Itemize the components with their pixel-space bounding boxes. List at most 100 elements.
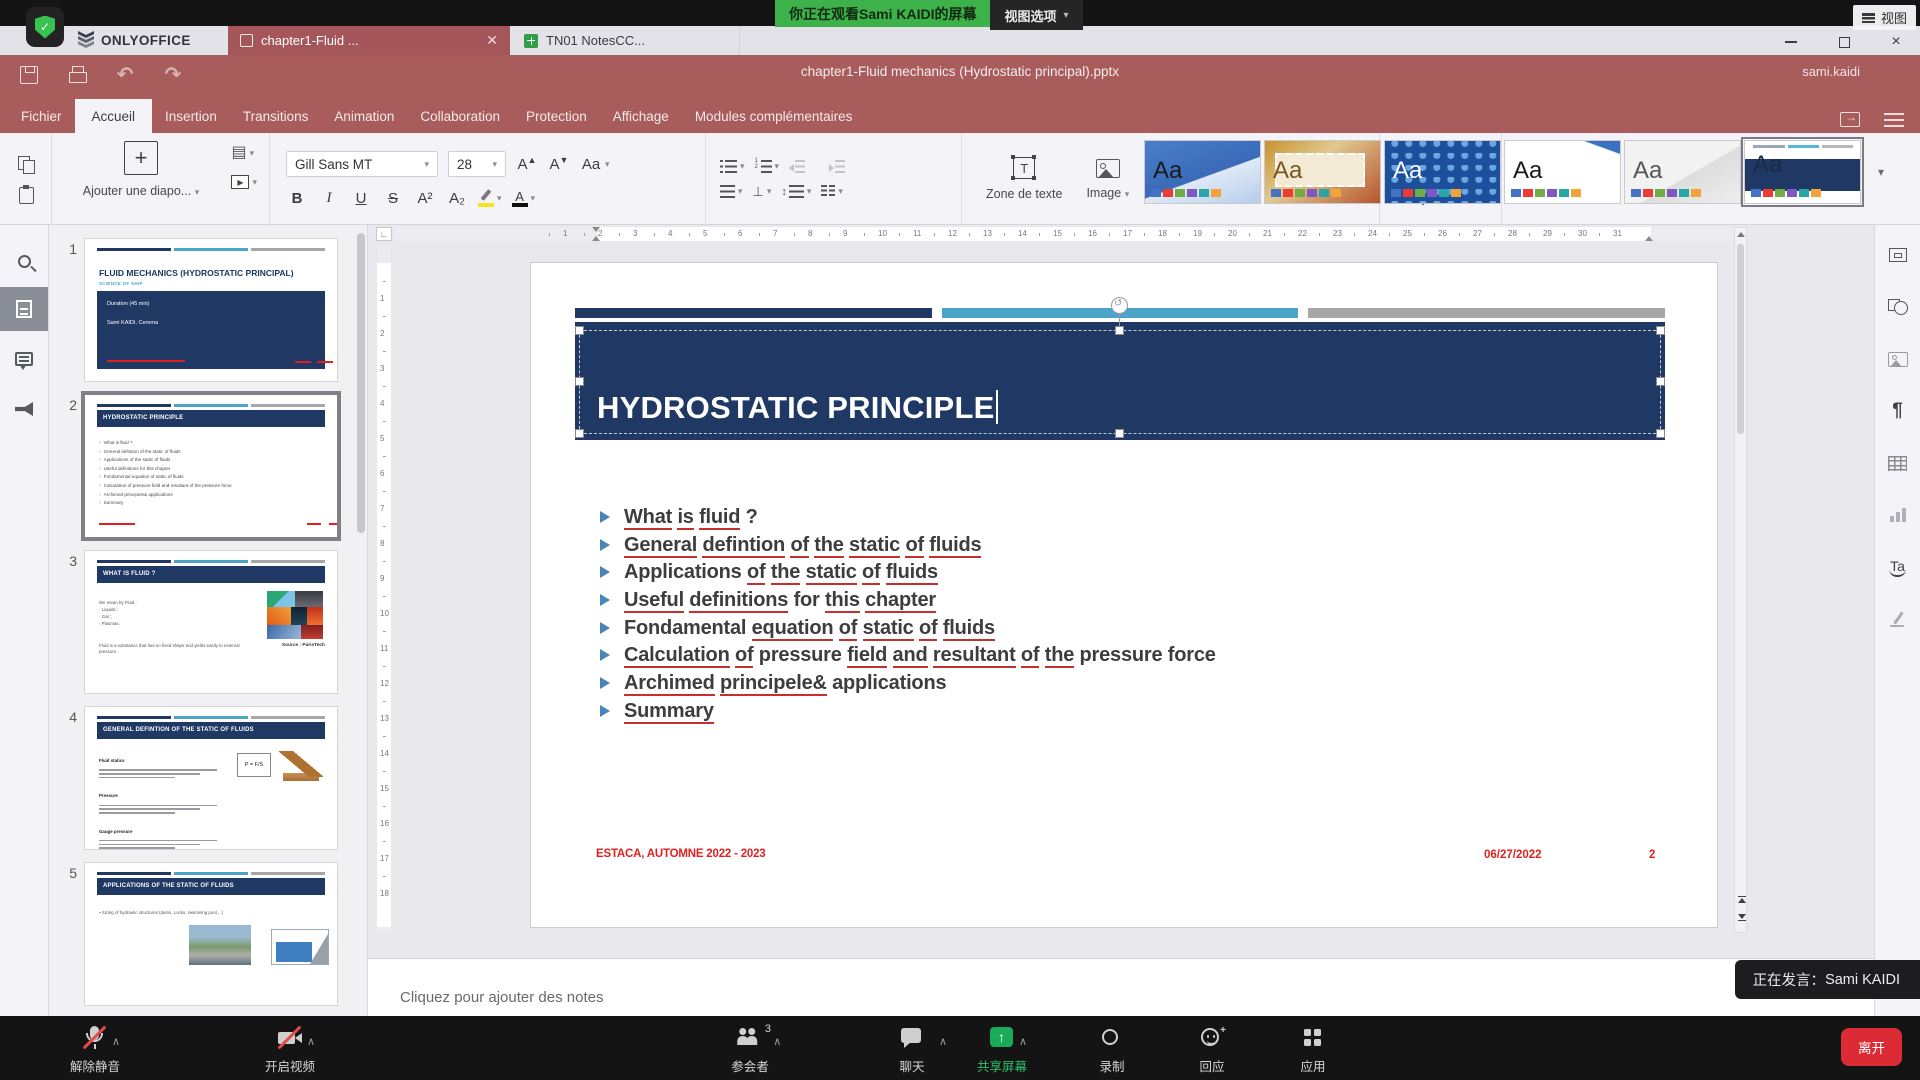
open-file-location-icon[interactable] [1840,112,1860,127]
theme-dots-blue[interactable]: Aa [1384,140,1501,204]
resize-handle[interactable] [575,326,584,335]
thumbnails-scrollbar[interactable] [357,233,365,533]
slide-editing-area[interactable]: HYDROSTATIC PRINCIPLE What is fluid ?Gen… [531,263,1717,927]
tab-stop-selector[interactable]: ∟ [376,227,392,241]
underline-button[interactable]: U [350,190,372,207]
menu-tab-accueil[interactable]: Accueil [75,99,153,133]
insert-image-button[interactable]: Image ▾ [1086,159,1129,200]
slide-title-textbox[interactable]: HYDROSTATIC PRINCIPLE [575,322,1665,440]
menu-tab-insertion[interactable]: Insertion [152,99,230,133]
window-restore-button[interactable] [1829,33,1859,51]
font-color-button[interactable]: A▾ [512,189,536,207]
zoom-chat-button[interactable]: 聊天∧ [897,1025,927,1075]
menu-tab-collaboration[interactable]: Collaboration [407,99,513,133]
resize-handle[interactable] [1115,429,1124,438]
subscript-button[interactable]: A₂ [446,190,468,207]
chevron-up-icon[interactable]: ∧ [1019,1035,1027,1048]
hamburger-menu-icon[interactable] [1884,113,1904,127]
chevron-up-icon[interactable]: ∧ [939,1035,947,1048]
columns-button[interactable]: ▾ [821,185,843,198]
theme-gray-light[interactable]: Aa [1624,140,1741,204]
italic-button[interactable]: I [318,190,340,207]
document-tab-presentation[interactable]: chapter1-Fluid ... ✕ [228,26,510,55]
view-mode-button[interactable]: 视图 [1853,5,1916,30]
zoom-mic-muted-button[interactable]: 解除静音∧ [70,1025,120,1075]
font-name-select[interactable]: Gill Sans MT▾ [286,151,438,177]
resize-handle[interactable] [1656,377,1665,386]
theme-navy-current[interactable]: Aa [1744,140,1861,204]
theme-paper-orange[interactable]: Aa [1264,140,1381,204]
notes-area[interactable]: Cliquez pour ajouter des notes [368,958,1874,1016]
indent-marker[interactable] [592,227,600,232]
numbered-list-button[interactable]: ▾ [755,160,780,173]
comments-button[interactable] [0,337,48,381]
window-minimize-button[interactable] [1776,33,1806,51]
resize-handle[interactable] [575,377,584,386]
font-size-select[interactable]: 28▾ [448,151,506,177]
vertical-scrollbar[interactable] [1734,227,1747,933]
view-options-button[interactable]: 视图选项 ▾ [990,0,1082,30]
theme-curve-white[interactable]: Aa [1504,140,1621,204]
horizontal-align-button[interactable]: ▾ [720,185,743,198]
menu-tab-animation[interactable]: Animation [321,99,407,133]
slide-thumbnail-2[interactable]: HYDROSTATIC PRINCIPLE›What is fluid ?›Ge… [85,395,337,537]
paragraph-settings-button[interactable]: ¶ [1875,391,1920,431]
slide-thumbnail-4[interactable]: GENERAL DEFINTION OF THE STATIC OF FLUID… [85,707,337,849]
increase-font-button[interactable]: A▲ [516,155,538,173]
resize-handle[interactable] [1115,326,1124,335]
decrease-indent-button[interactable] [789,160,805,173]
slide-layout-button[interactable]: ▤▾ [231,145,257,161]
slide-settings-button[interactable] [1875,235,1920,275]
signature-settings-button[interactable] [1875,599,1920,639]
zoom-reactions-button[interactable]: +回应 [1197,1025,1227,1075]
change-case-button[interactable]: Aa▾ [580,156,610,173]
indent-marker[interactable] [592,236,600,241]
slide-thumbnail-1[interactable]: FLUID MECHANICS (HYDROSTATIC PRINCIPAL)S… [85,239,337,381]
zoom-apps-button[interactable]: 应用 [1298,1025,1328,1075]
menu-tab-transitions[interactable]: Transitions [230,99,322,133]
slide-bullet-list[interactable]: What is fluid ?General defintion of the … [600,506,1216,728]
document-tab-spreadsheet[interactable]: TN01 NotesCC... [512,26,740,55]
previous-slide-button[interactable] [1735,893,1748,906]
window-close-button[interactable]: × [1881,33,1911,51]
resize-handle[interactable] [575,429,584,438]
close-tab-icon[interactable]: ✕ [486,32,498,49]
line-spacing-button[interactable]: ↕▾ [781,185,811,198]
chevron-up-icon[interactable]: ∧ [112,1035,120,1048]
slide-thumbnail-3[interactable]: WHAT IS FLUID ?We mean by Fluid :· Liqui… [85,551,337,693]
copy-button[interactable] [17,155,35,173]
indent-marker[interactable] [1645,236,1653,241]
bullet-list-button[interactable]: ▾ [720,160,745,173]
resize-handle[interactable] [1656,326,1665,335]
menu-tab-fichier[interactable]: Fichier [8,99,75,133]
scroll-up-icon[interactable] [1737,232,1745,237]
next-slide-button[interactable] [1735,911,1748,924]
menu-tab-affichage[interactable]: Affichage [600,99,682,133]
search-button[interactable] [0,239,48,283]
feedback-button[interactable] [0,387,48,431]
zoom-participants-button[interactable]: 3参会者∧ [731,1025,769,1075]
increase-indent-button[interactable] [829,160,845,173]
highlight-color-button[interactable]: ▾ [478,189,502,207]
zoom-security-badge[interactable]: ✓ [26,7,64,47]
horizontal-ruler[interactable]: 1234567891011121314151617181920212223242… [394,227,1734,241]
slides-panel-button[interactable] [0,287,48,331]
strikethrough-button[interactable]: S [382,190,404,207]
add-slide-button[interactable]: + Ajouter une diapo... ▾ [66,141,216,198]
scrollbar-thumb[interactable] [1737,244,1744,434]
theme-wave-blue[interactable]: Aa [1144,140,1261,204]
slide-thumbnail-5[interactable]: APPLICATIONS OF THE STATIC OF FLUIDS▪ Si… [85,863,337,1005]
chevron-up-icon[interactable]: ∧ [307,1035,315,1048]
vertical-align-button[interactable]: ⊥▾ [753,185,772,198]
resize-handle[interactable] [1656,429,1665,438]
gallery-expand-icon[interactable]: ▾ [1878,165,1884,179]
paste-button[interactable] [17,185,35,203]
leave-meeting-button[interactable]: 离开 [1841,1028,1902,1066]
zoom-camera-off-button[interactable]: 开启视频∧ [265,1025,315,1075]
bold-button[interactable]: B [286,190,308,207]
superscript-button[interactable]: A² [414,190,436,207]
decrease-font-button[interactable]: A▼ [548,155,570,173]
shape-settings-button[interactable] [1875,287,1920,327]
table-settings-button[interactable] [1875,443,1920,483]
zoom-record-button[interactable]: 录制 [1097,1025,1127,1075]
